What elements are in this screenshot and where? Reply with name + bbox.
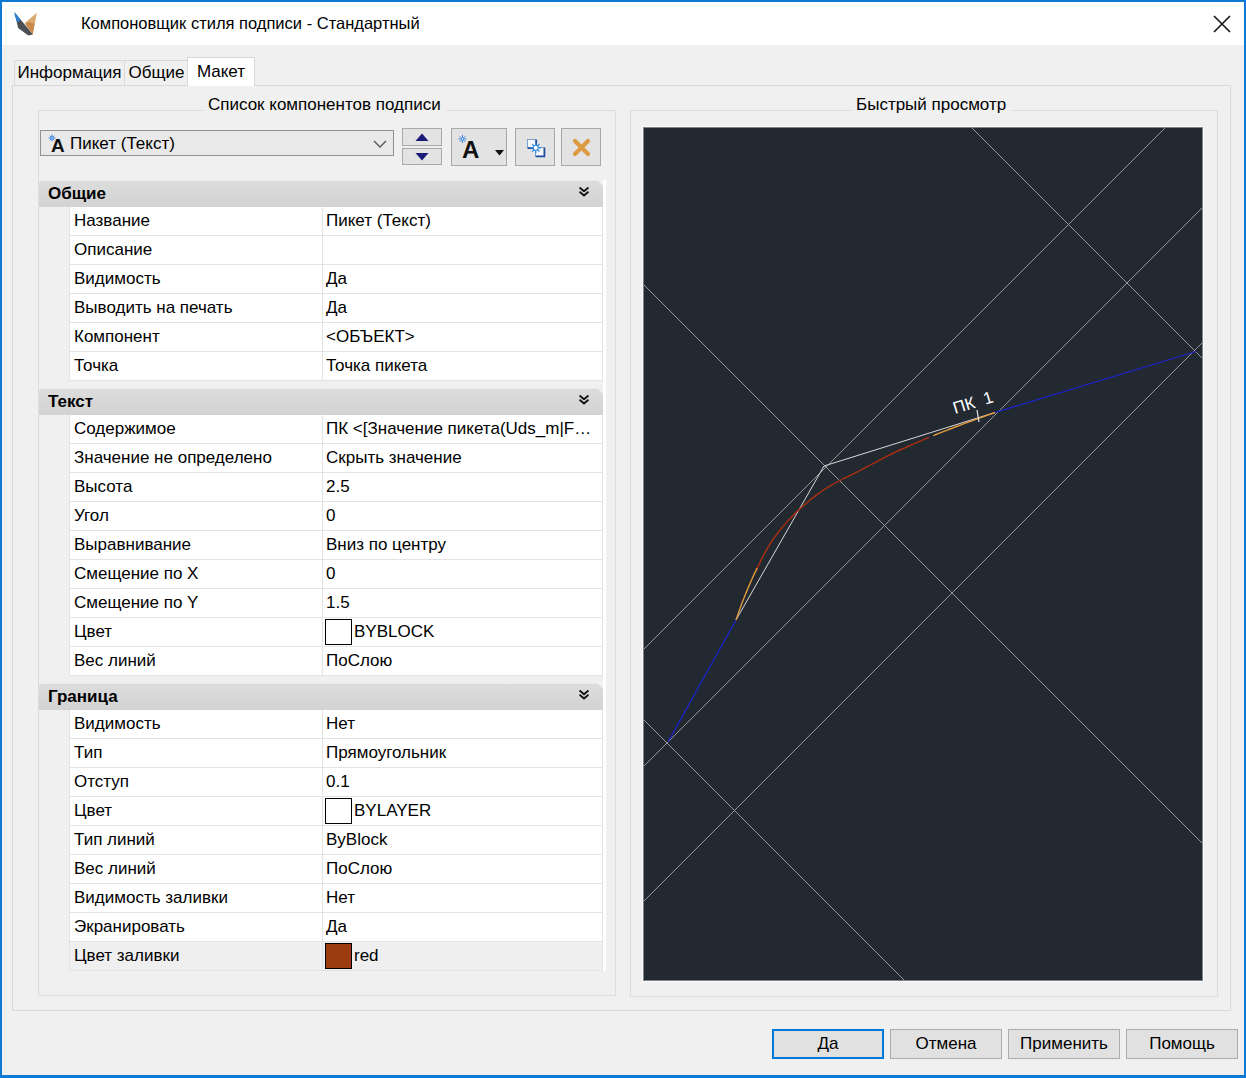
svg-text:A: A: [462, 136, 479, 162]
